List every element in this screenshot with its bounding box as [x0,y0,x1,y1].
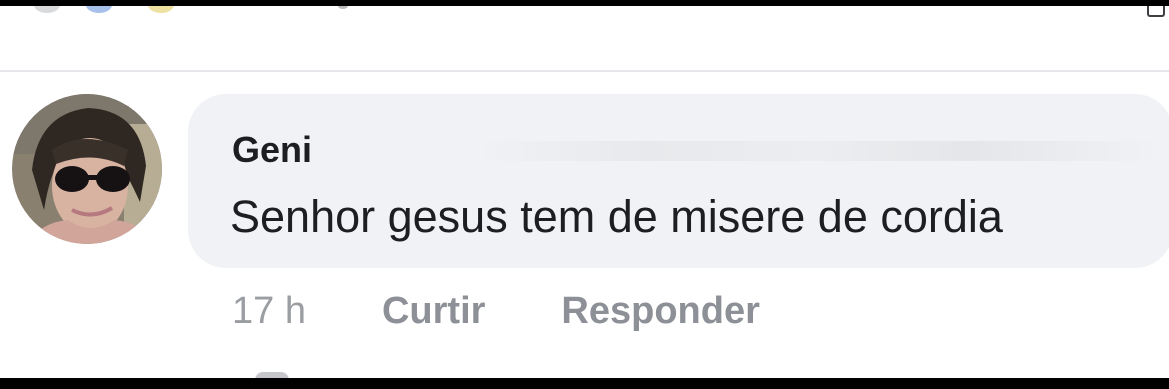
comment-text: Senhor gesus tem de misere de cordia [230,191,1003,242]
comment-time[interactable]: 17 h [232,292,306,330]
comment-bubble: Geni Senhor gesus tem de misere de cordi… [188,94,1169,268]
top-cropped-row [0,6,1169,24]
like-reaction-icon [86,6,112,13]
reply-button[interactable]: Responder [561,292,759,330]
haha-reaction-icon [148,6,174,13]
cropped-next-item [255,372,289,378]
comment-actions: 17 h Curtir Responder [232,288,760,334]
cropped-corner-icon [1147,6,1165,17]
blurred-author-detail [472,141,1162,161]
comment-thread-screen: Geni Senhor gesus tem de misere de cordi… [0,6,1169,378]
comment-author[interactable]: Geni [232,132,312,168]
profile-photo-woman-sunglasses-icon [12,94,162,244]
like-button[interactable]: Curtir [382,292,485,330]
avatar[interactable] [12,94,162,244]
dot-icon [338,6,348,9]
divider [0,70,1169,72]
screenshot-frame: Geni Senhor gesus tem de misere de cordi… [0,0,1169,389]
reaction-icon [34,6,60,13]
